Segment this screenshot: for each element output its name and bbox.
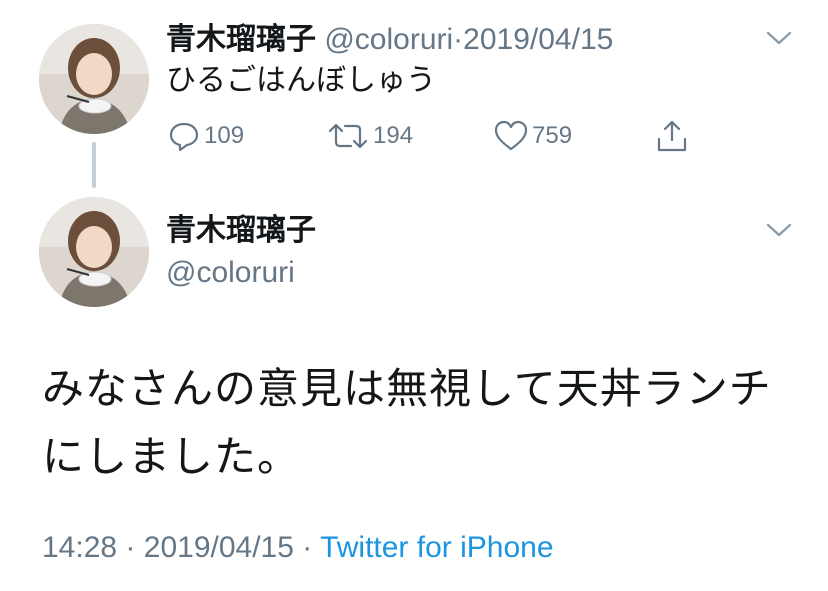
separator: · <box>453 23 464 56</box>
tweet-text: みなさんの意見は無視して天丼ランチにしました。 <box>42 365 772 480</box>
avatar[interactable] <box>39 197 149 307</box>
like-button[interactable]: 759 <box>494 118 572 154</box>
like-count: 759 <box>532 122 573 149</box>
handle[interactable]: @coloruri <box>166 255 295 291</box>
share-icon <box>657 120 687 152</box>
tweet-date: 2019/04/15 <box>143 531 294 564</box>
reply-button[interactable]: 109 <box>168 118 244 154</box>
chevron-down-icon[interactable] <box>764 220 794 240</box>
chevron-down-icon[interactable] <box>764 28 794 48</box>
avatar-photo <box>39 24 149 134</box>
tweet-time: 14:28 <box>42 531 118 564</box>
separator: · <box>125 531 136 564</box>
tweet-meta: 14:28 · 2019/04/15 · Twitter for iPhone <box>42 530 554 566</box>
thread-line <box>92 142 96 188</box>
display-name[interactable]: 青木瑠璃子 <box>166 213 316 249</box>
like-icon <box>494 120 528 151</box>
retweet-count: 194 <box>373 122 414 149</box>
display-name[interactable]: 青木瑠璃子 <box>166 23 316 56</box>
retweet-icon <box>328 123 368 149</box>
avatar-photo <box>39 197 149 307</box>
tweet-text: ひるごはんぼしゅう <box>166 64 436 97</box>
avatar[interactable] <box>39 24 149 134</box>
tweet-header: 青木瑠璃子 @coloruri·2019/04/15 <box>166 22 613 58</box>
tweet-date[interactable]: 2019/04/15 <box>463 23 613 56</box>
reply-icon <box>169 122 199 152</box>
retweet-button[interactable]: 194 <box>327 118 413 154</box>
reply-count: 109 <box>204 122 245 149</box>
source-link[interactable]: Twitter for iPhone <box>320 531 553 564</box>
share-button[interactable] <box>655 118 689 154</box>
handle[interactable]: @coloruri <box>324 23 453 56</box>
separator: · <box>302 531 313 564</box>
